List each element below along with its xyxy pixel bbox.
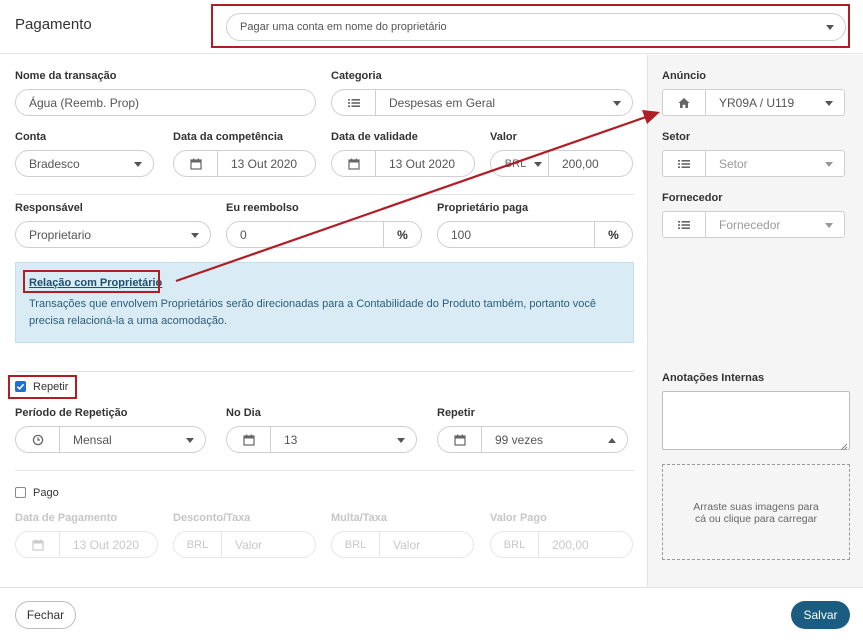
discount-label: Desconto/Taxa: [173, 512, 251, 524]
supplier-select[interactable]: Fornecedor: [662, 211, 845, 238]
responsible-label: Responsável: [15, 202, 83, 214]
list-icon: [332, 90, 376, 115]
account-label: Conta: [15, 131, 47, 143]
paid-checkbox-label[interactable]: Pago: [33, 487, 59, 499]
home-icon: [663, 90, 706, 115]
account-select[interactable]: Bradesco: [15, 150, 154, 177]
calendar-icon: [438, 427, 482, 452]
repeat-times-select[interactable]: 99 vezes: [437, 426, 628, 453]
reimburse-label: Eu reembolso: [226, 202, 299, 214]
annotation-box-repeat: [8, 375, 77, 399]
listing-select[interactable]: YR09A / U119: [662, 89, 845, 116]
owner-pays-input[interactable]: 100 %: [437, 221, 633, 248]
chevron-down-icon: [397, 438, 405, 443]
listing-label: Anúncio: [662, 70, 706, 82]
category-select[interactable]: Despesas em Geral: [331, 89, 633, 116]
repeat-day-label: No Dia: [226, 407, 261, 419]
calendar-icon: [16, 532, 60, 557]
chevron-up-icon: [608, 438, 616, 443]
percent-addon: %: [383, 222, 421, 247]
currency-select[interactable]: BRL: [491, 151, 549, 176]
percent-addon: %: [594, 222, 632, 247]
chevron-down-icon: [186, 438, 194, 443]
competence-date-input[interactable]: 13 Out 2020: [173, 150, 316, 177]
discount-input[interactable]: BRL Valor: [173, 531, 316, 558]
divider: [15, 470, 634, 471]
repeat-period-select[interactable]: Mensal: [15, 426, 206, 453]
amount-label: Valor: [490, 131, 517, 143]
payment-date-input[interactable]: 13 Out 2020: [15, 531, 158, 558]
page-title: Pagamento: [15, 16, 92, 33]
chevron-down-icon: [825, 223, 833, 228]
list-icon: [663, 212, 706, 237]
repeat-times-label: Repetir: [437, 407, 475, 419]
internal-notes-label: Anotações Internas: [662, 372, 765, 384]
fine-input[interactable]: BRL Valor: [331, 531, 474, 558]
sector-label: Setor: [662, 131, 691, 143]
chevron-down-icon: [534, 162, 542, 167]
chevron-down-icon: [825, 101, 833, 106]
repeat-day-select[interactable]: 13: [226, 426, 417, 453]
clock-icon: [16, 427, 60, 452]
info-box-text-line-1: Transações que envolvem Proprietários se…: [29, 298, 597, 310]
payment-date-label: Data de Pagamento: [15, 512, 118, 524]
supplier-label: Fornecedor: [662, 192, 723, 204]
info-box-text-line-2: precisa relacioná-la a uma acomodação.: [29, 315, 228, 327]
annotation-box-relation: [23, 270, 160, 293]
list-icon: [663, 151, 706, 176]
chevron-down-icon: [191, 233, 199, 238]
close-button[interactable]: Fechar: [15, 601, 76, 629]
paid-checkbox[interactable]: [15, 487, 26, 498]
divider: [15, 371, 634, 372]
chevron-down-icon: [825, 162, 833, 167]
paid-amount-label: Valor Pago: [490, 512, 547, 524]
category-label: Categoria: [331, 70, 382, 82]
fine-label: Multa/Taxa: [331, 512, 388, 524]
chevron-down-icon: [134, 162, 142, 167]
resize-handle-icon[interactable]: [840, 440, 848, 451]
paid-amount-input[interactable]: BRL 200,00: [490, 531, 633, 558]
chevron-down-icon: [613, 101, 621, 106]
upload-text-line-1: Arraste suas imagens para: [693, 501, 819, 513]
owner-pays-label: Proprietário paga: [437, 202, 529, 214]
calendar-icon: [227, 427, 271, 452]
sector-select[interactable]: Setor: [662, 150, 845, 177]
repeat-period-label: Período de Repetição: [15, 407, 128, 419]
competence-date-label: Data da competência: [173, 131, 284, 143]
reimburse-input[interactable]: 0 %: [226, 221, 422, 248]
calendar-icon: [332, 151, 376, 176]
divider: [15, 194, 634, 195]
save-button[interactable]: Salvar: [791, 601, 850, 629]
due-date-input[interactable]: 13 Out 2020: [331, 150, 475, 177]
responsible-select[interactable]: Proprietario: [15, 221, 211, 248]
due-date-label: Data de validade: [331, 131, 418, 143]
internal-notes-textarea[interactable]: [662, 391, 850, 450]
annotation-box-type: [211, 4, 850, 48]
calendar-icon: [174, 151, 218, 176]
footer-bar: [0, 587, 863, 642]
upload-text-line-2: cá ou clique para carregar: [695, 513, 817, 525]
transaction-name-input[interactable]: Água (Reemb. Prop): [15, 89, 316, 116]
transaction-name-label: Nome da transação: [15, 70, 117, 82]
amount-input[interactable]: BRL 200,00: [490, 150, 633, 177]
